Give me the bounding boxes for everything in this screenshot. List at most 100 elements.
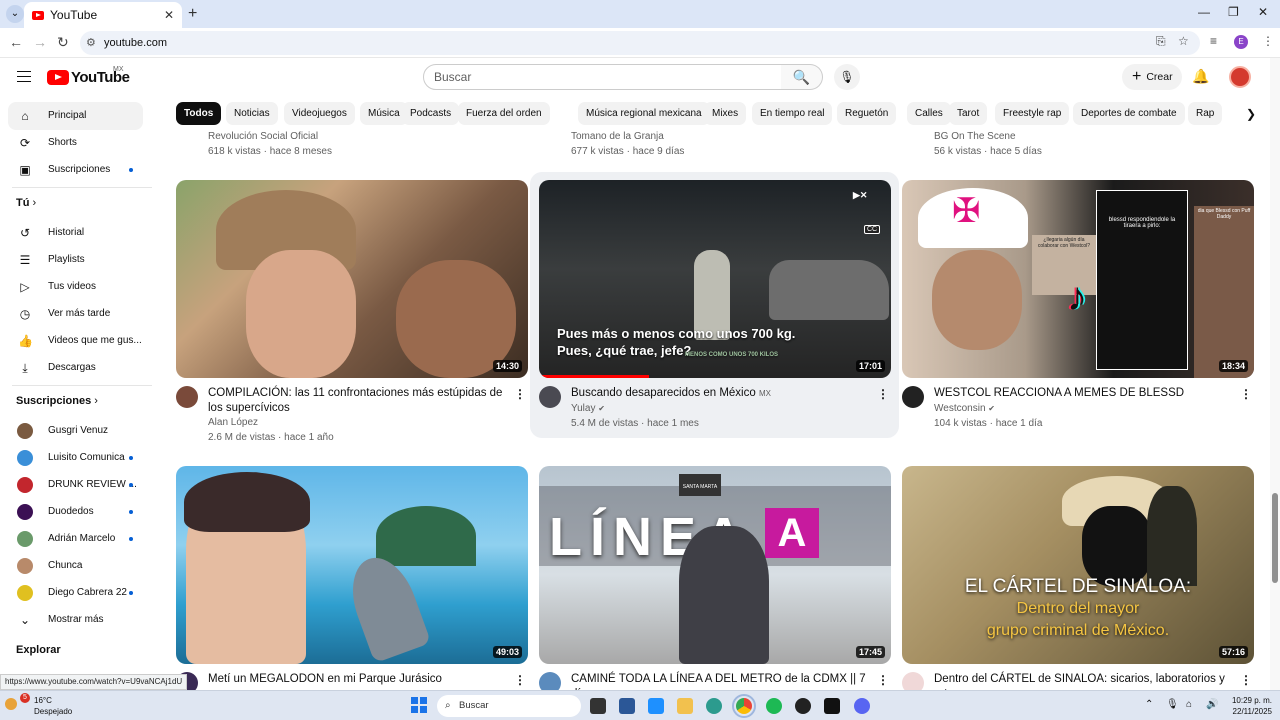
install-app-icon[interactable]: ⎘ [1156,34,1166,49]
sidebar-item-descargas[interactable]: ⤓ Descargas [8,354,143,382]
voice-search-icon[interactable]: 🎙 [834,64,860,90]
video-thumbnail[interactable]: SANTA MARTA LÍNEA A 17:45 [539,466,891,664]
search-input[interactable]: Buscar [423,64,782,90]
video-thumbnail[interactable]: 49:03 [176,466,528,664]
spotify-icon[interactable] [766,698,782,714]
obs-icon[interactable] [795,698,811,714]
show-hidden-icons-icon[interactable]: ⌃ [1145,699,1153,710]
channel-name[interactable]: Westconsin ✔ [934,403,995,414]
file-explorer-icon[interactable] [677,698,693,714]
filter-chip[interactable]: En tiempo real [752,102,833,125]
page-scrollbar[interactable] [1270,58,1280,690]
menu-icon[interactable] [17,71,31,82]
windows-start-icon[interactable] [411,697,427,713]
sidebar-item-playlists[interactable]: ☰ Playlists [8,246,143,274]
tiktok-icon[interactable] [824,698,840,714]
tab-search-icon[interactable]: ⌄ [6,5,24,23]
filter-chip[interactable]: Tarot [949,102,988,125]
discord-icon[interactable] [854,698,870,714]
sidebar-item-shorts[interactable]: ⟳ Shorts [8,129,143,157]
app-icon[interactable] [619,698,635,714]
profile-avatar[interactable]: E [1234,35,1248,49]
sidebar-you-header[interactable]: Tú › [16,197,36,209]
filter-chip[interactable]: Calles [907,102,951,125]
back-icon[interactable]: ← [9,34,23,50]
filter-chip[interactable]: Freestyle rap [995,102,1070,125]
channel-avatar[interactable] [902,386,924,408]
video-title[interactable]: WESTCOL REACCIONA A MEMES DE BLESSD [934,386,1234,401]
video-thumbnail[interactable]: 14:30 [176,180,528,378]
microphone-icon[interactable]: 🎙 [1166,699,1179,710]
sidebar-item-ver-m-s-tarde[interactable]: ◷ Ver más tarde [8,300,143,328]
video-thumbnail[interactable]: EL CÁRTEL DE SINALOA: Dentro del mayor g… [902,466,1254,664]
minimize-icon[interactable]: — [1198,5,1210,19]
channel-name[interactable]: Alan López [208,417,258,428]
filter-chip[interactable]: Noticias [226,102,278,125]
filter-chip[interactable]: Mixes [704,102,747,125]
video-title[interactable]: Buscando desaparecidos en México MX [571,386,871,401]
search-button[interactable]: 🔍 [781,64,823,90]
more-actions-icon[interactable]: ⋮ [877,387,889,401]
bookmark-star-icon[interactable]: ☆ [1178,34,1189,48]
youtube-logo[interactable]: YouTube MX [47,66,130,86]
browser-menu-icon[interactable]: ⋮ [1262,34,1274,48]
url-field[interactable]: ⚙ youtube.com [80,31,1200,55]
channel-avatar[interactable] [176,386,198,408]
show-more-button[interactable]: ⌄ Mostrar más [8,606,143,634]
sidebar-item-adri-n-marcelo[interactable]: Adrián Marcelo [8,525,143,553]
restore-icon[interactable]: ❐ [1228,5,1239,19]
task-view-icon[interactable] [590,698,606,714]
notifications-icon[interactable]: 🔔 [1192,68,1209,85]
filter-chip[interactable]: Fuerza del orden [458,102,550,125]
sidebar-subscriptions-header[interactable]: Suscripciones › [16,395,98,407]
more-actions-icon[interactable]: ⋮ [514,673,526,687]
forward-icon[interactable]: → [33,34,47,50]
outlook-icon[interactable] [648,698,664,714]
scrollbar-thumb[interactable] [1272,493,1278,583]
filter-chip[interactable]: Deportes de combate [1073,102,1185,125]
prev-row-channel-1[interactable]: Revolución Social Oficial [208,131,318,142]
sidebar-item-gusgri-venuz[interactable]: Gusgri Venuz [8,417,143,445]
video-title[interactable]: Metí un MEGALODON en mi Parque Jurásico [208,672,508,687]
taskbar-search-input[interactable]: ⌕ Buscar [437,695,581,717]
close-tab-icon[interactable]: ✕ [164,8,174,22]
video-title[interactable]: COMPILACIÓN: las 11 confrontaciones más … [208,386,508,416]
prev-row-channel-3[interactable]: BG On The Scene [934,131,1016,142]
sidebar-item-suscripciones[interactable]: ▣ Suscripciones [8,156,143,184]
more-actions-icon[interactable]: ⋮ [877,673,889,687]
user-avatar[interactable] [1229,66,1251,88]
sidebar-item-principal[interactable]: ⌂ Principal [8,102,143,130]
reload-icon[interactable]: ↻ [57,34,69,51]
filter-chip[interactable]: Rap [1188,102,1223,125]
more-actions-icon[interactable]: ⋮ [1240,387,1252,401]
chrome-icon[interactable] [732,694,756,718]
browser-tab[interactable]: YouTube ✕ [24,2,182,28]
channel-avatar[interactable] [539,386,561,408]
volume-icon[interactable]: 🔊 [1206,699,1218,710]
window-close-icon[interactable]: ✕ [1258,5,1268,19]
video-thumbnail[interactable]: ▶✕ CC Pues más o menos como unos 700 kg.… [539,180,891,378]
network-icon[interactable]: ⌂ [1186,699,1192,710]
sidebar-item-diego-cabrera-22[interactable]: Diego Cabrera 22 [8,579,143,607]
filter-chip[interactable]: Todos [176,102,222,125]
filter-chip[interactable]: Podcasts [402,102,460,125]
prev-row-channel-2[interactable]: Tomano de la Granja [571,131,664,142]
edge-icon[interactable] [706,698,722,714]
filter-chip[interactable]: Música regional mexicana [578,102,710,125]
chevron-right-icon[interactable]: ❯ [1246,107,1256,121]
sidebar-item-luisito-comunica[interactable]: Luisito Comunica [8,444,143,472]
taskbar-clock[interactable]: 10:29 p. m. 22/11/2025 [1228,695,1272,717]
sidebar-item-chunca[interactable]: Chunca [8,552,143,580]
media-controls-icon[interactable]: ≡ [1210,34,1217,48]
filter-chip[interactable]: Música [360,102,408,125]
filter-chip[interactable]: Reguetón [837,102,897,125]
sidebar-item-videos-que-me-gus[interactable]: 👍 Videos que me gus... [8,327,143,355]
more-actions-icon[interactable]: ⋮ [514,387,526,401]
more-actions-icon[interactable]: ⋮ [1240,673,1252,687]
weather-widget[interactable]: 16°C Despejado [34,695,72,717]
sidebar-item-tus-videos[interactable]: ▷ Tus videos [8,273,143,301]
filter-chip[interactable]: Videojuegos [284,102,355,125]
sidebar-item-historial[interactable]: ↺ Historial [8,219,143,247]
site-info-icon[interactable]: ⚙ [86,36,96,49]
sidebar-item-duodedos[interactable]: Duodedos [8,498,143,526]
